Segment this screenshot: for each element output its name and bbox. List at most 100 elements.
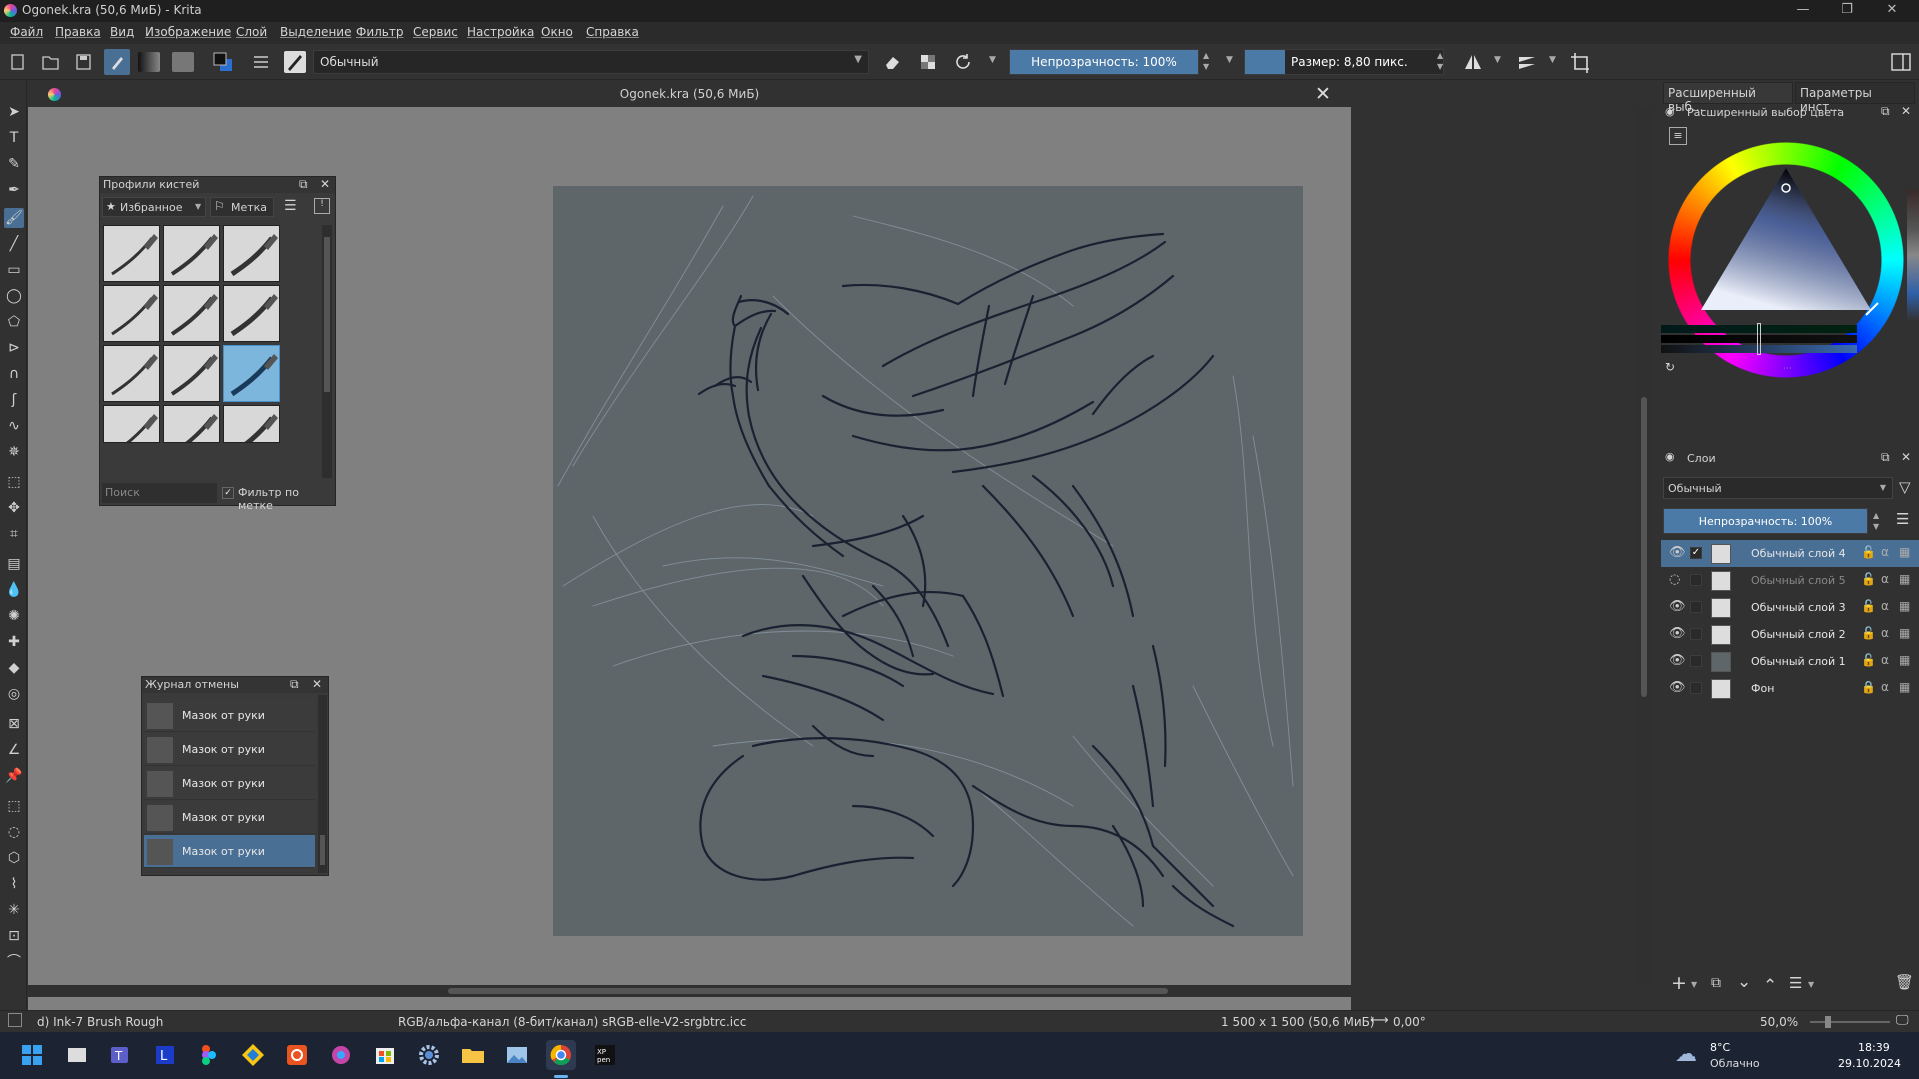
horizontal-scroll-thumb[interactable] — [448, 988, 1168, 994]
unlock-icon[interactable]: 🔓 — [1861, 653, 1876, 667]
layer-select-checkbox[interactable] — [1690, 574, 1702, 586]
layer-select-checkbox[interactable] — [1690, 682, 1702, 694]
inherit-alpha-icon[interactable]: ▦ — [1899, 653, 1910, 667]
float-docker-icon[interactable]: ⧉ — [1881, 450, 1890, 465]
alpha-lock-icon[interactable]: α — [1881, 653, 1889, 667]
eraser-mode-icon[interactable] — [879, 49, 905, 75]
spin-arrows-icon[interactable]: ▲ ▼ — [1873, 510, 1879, 532]
undo-history-item[interactable]: Мазок от руки — [144, 835, 315, 868]
mirror-horizontal-icon[interactable] — [1460, 49, 1486, 75]
zoom-slider[interactable] — [1810, 1016, 1890, 1028]
lock-icon[interactable]: 🔒 — [1861, 680, 1876, 694]
menu-tools[interactable]: Сервис — [413, 25, 458, 39]
undo-history-item[interactable]: Мазок от руки — [144, 733, 315, 766]
colorize-mask-tool-icon[interactable]: ✺ — [4, 606, 24, 626]
polygon-select-tool-icon[interactable]: ⬡ — [4, 848, 24, 868]
teams-icon[interactable]: T — [106, 1040, 136, 1070]
layer-menu-icon[interactable]: ☰ — [1896, 510, 1909, 528]
menu-file[interactable]: Файл — [10, 25, 43, 39]
brush-grid-scroll-thumb[interactable] — [324, 237, 330, 392]
horizontal-scrollbar[interactable] — [28, 985, 1351, 997]
brush-grid-scrollbar[interactable] — [322, 225, 332, 478]
unlock-icon[interactable]: 🔓 — [1861, 572, 1876, 586]
vertical-scrollbar[interactable] — [1637, 107, 1651, 985]
chevron-down-icon[interactable]: ▼ — [1226, 55, 1233, 65]
tag-button[interactable]: ⚐ Метка — [210, 197, 274, 217]
polyline-tool-icon[interactable]: ⊳ — [4, 338, 24, 358]
save-document-icon[interactable] — [70, 49, 96, 75]
wrap-around-icon[interactable] — [1567, 49, 1593, 75]
zoom-slider-handle[interactable] — [1825, 1016, 1831, 1028]
select-shapes-tool-icon[interactable]: ➤ — [4, 102, 24, 122]
photos-icon[interactable] — [502, 1040, 532, 1070]
drawing-canvas[interactable] — [553, 186, 1303, 936]
eye-icon[interactable]: 👁 — [1669, 680, 1686, 695]
inherit-alpha-icon[interactable]: ▦ — [1899, 572, 1910, 586]
dynamic-brush-tool-icon[interactable]: ∿ — [4, 416, 24, 436]
layer-row[interactable]: 👁 Фон 🔒 α ▦ — [1661, 675, 1919, 702]
preserve-alpha-icon[interactable] — [915, 49, 941, 75]
krita-taskbar-icon[interactable] — [326, 1040, 356, 1070]
current-brush-icon[interactable] — [284, 51, 306, 73]
layer-select-checkbox[interactable]: ✓ — [1690, 547, 1702, 559]
reset-color-icon[interactable]: ↻ — [1665, 360, 1675, 374]
layer-row[interactable]: 👁 Обычный слой 1 🔓 α ▦ — [1661, 648, 1919, 675]
close-docker-icon[interactable]: ✕ — [1901, 104, 1911, 118]
tab-advanced-color-selector[interactable]: Расширенный выб... — [1663, 82, 1793, 114]
weather-desc[interactable]: Облачно — [1710, 1057, 1760, 1070]
airbrush-preset[interactable] — [223, 405, 280, 443]
file-explorer-icon[interactable] — [458, 1040, 488, 1070]
vertical-scroll-thumb[interactable] — [1641, 397, 1647, 697]
splitter-grip-icon[interactable]: ⋯ — [1783, 364, 1792, 374]
line-tool-icon[interactable]: ╱ — [4, 234, 24, 254]
duplicate-layer-icon[interactable]: ⧉ — [1711, 975, 1721, 991]
spin-arrows-icon[interactable]: ▲ ▼ — [1203, 50, 1209, 72]
inherit-alpha-icon[interactable]: ▦ — [1899, 599, 1910, 613]
magic-wand-tool-icon[interactable]: ✳ — [4, 900, 24, 920]
alpha-lock-icon[interactable]: α — [1881, 572, 1889, 586]
import-icon[interactable]: ! — [314, 198, 330, 214]
close-docker-icon[interactable]: ✕ — [1901, 450, 1911, 464]
rectangle-tool-icon[interactable]: ▭ — [4, 260, 24, 280]
pattern-icon[interactable] — [172, 52, 194, 72]
float-docker-icon[interactable]: ⧉ — [299, 177, 308, 192]
brush-editor-icon[interactable] — [104, 49, 130, 75]
eye-hidden-icon[interactable]: ◌ — [1669, 572, 1680, 587]
tag-select[interactable]: ★ Избранное ▼ — [102, 197, 206, 217]
size-slider[interactable]: Размер: 8,80 пикс. — [1244, 49, 1444, 75]
inherit-alpha-icon[interactable]: ▦ — [1899, 680, 1910, 694]
polygon-tool-icon[interactable]: ⬠ — [4, 312, 24, 332]
undo-history-item[interactable]: Мазок от руки — [144, 699, 315, 732]
layer-select-checkbox[interactable] — [1690, 628, 1702, 640]
brush-options-icon[interactable] — [248, 49, 274, 75]
alpha-lock-icon[interactable]: α — [1881, 680, 1889, 694]
clock-date[interactable]: 29.10.2024 — [1838, 1057, 1901, 1070]
menu-image[interactable]: Изображение — [145, 25, 231, 39]
menu-edit[interactable]: Правка — [55, 25, 101, 39]
graphite-preset[interactable] — [103, 345, 160, 402]
menu-layer[interactable]: Слой — [236, 25, 267, 39]
close-docker-icon[interactable]: ✕ — [320, 177, 330, 191]
close-document-icon[interactable]: ✕ — [1315, 83, 1331, 105]
menu-view[interactable]: Вид — [110, 25, 134, 39]
layer-select-checkbox[interactable] — [1690, 601, 1702, 613]
windows-start-icon[interactable] — [17, 1040, 47, 1070]
fan-brush-preset[interactable] — [163, 405, 220, 443]
move-layer-down-icon[interactable]: ⌄ — [1737, 972, 1751, 992]
maximize-button[interactable]: ❐ — [1839, 2, 1855, 18]
transform-tool-icon[interactable]: ⬚ — [4, 472, 24, 492]
crop-tool-icon[interactable]: ⌗ — [4, 524, 24, 544]
similar-select-tool-icon[interactable]: ⊡ — [4, 926, 24, 946]
menu-select[interactable]: Выделение — [280, 25, 351, 39]
layer-opacity-slider[interactable]: Непрозрачность: 100% — [1663, 508, 1868, 534]
l-app-icon[interactable]: L — [150, 1040, 180, 1070]
color-picker-tool-icon[interactable]: 💧 — [4, 580, 24, 600]
reload-preset-icon[interactable] — [950, 49, 976, 75]
rotation-icon[interactable]: ⟷ — [1370, 1013, 1389, 1028]
ellipse-select-tool-icon[interactable]: ◌ — [4, 822, 24, 842]
chevron-down-icon[interactable]: ▼ — [1549, 55, 1556, 65]
close-window-button[interactable]: ✕ — [1884, 2, 1900, 18]
undo-scrollbar[interactable] — [318, 695, 327, 873]
unlock-icon[interactable]: 🔓 — [1861, 626, 1876, 640]
eye-icon[interactable]: 👁 — [1669, 653, 1686, 668]
